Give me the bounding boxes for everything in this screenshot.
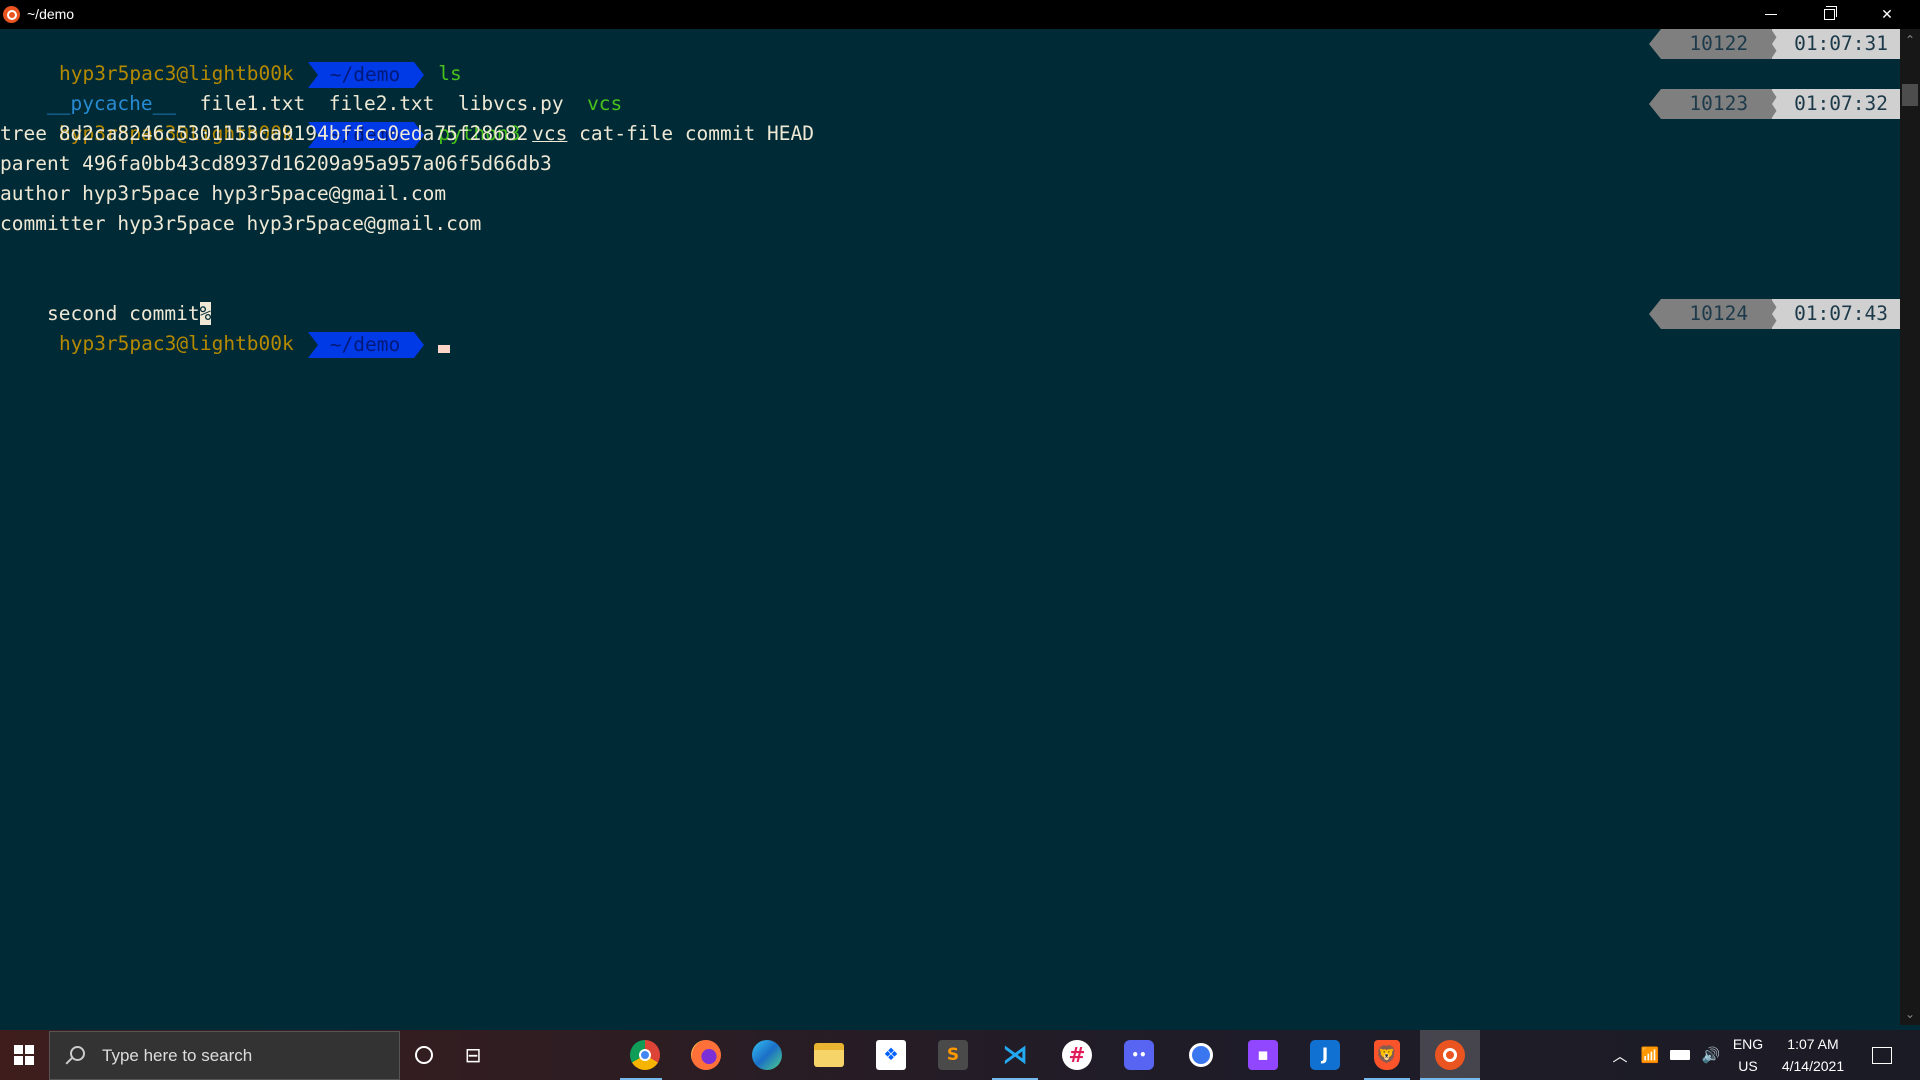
right-prompt: 10123 01:07:32 [1649,89,1900,119]
discord-icon: •• [1124,1040,1154,1070]
output-line: tree 8d2ca8246c5301153ca9194bffcc0eda75f… [0,122,529,145]
taskbar-app-signal[interactable] [1176,1030,1226,1080]
prompt-time: 01:07:31 [1771,29,1900,59]
slack-icon: # [1062,1040,1092,1070]
taskbar-app-discord[interactable]: •• [1114,1030,1164,1080]
prompt-line: hyp3r5pac3@lightb00k ~/demo python3 vcs ca… [0,89,814,148]
chrome-icon [630,1040,660,1070]
network-button[interactable]: 📶 [1636,1030,1664,1080]
command-argument: vcs [532,122,568,145]
firefox-icon [691,1040,721,1070]
close-button[interactable]: ✕ [1858,0,1916,29]
volume-button[interactable]: 🔊 [1696,1030,1726,1080]
history-number: 10123 [1649,89,1773,119]
vertical-scrollbar[interactable]: ⌃ ⌄ [1900,29,1920,1025]
task-view-button[interactable]: ⊟ [448,1030,498,1080]
text-cursor [438,345,451,353]
search-placeholder: Type here to search [102,1045,253,1065]
dropbox-icon: ❖ [876,1040,906,1070]
taskbar-search[interactable]: Type here to search [49,1031,400,1080]
taskbar-app-ubuntu[interactable] [1420,1030,1480,1080]
taskbar-app-twitch[interactable]: ▪ [1238,1030,1288,1080]
taskbar-app-edge[interactable] [742,1030,792,1080]
windows-logo-icon [14,1045,34,1065]
terminal-area[interactable]: hyp3r5pac3@lightb00k ~/demo ls 10122 01:07:… [0,29,1900,1025]
cortana-button[interactable] [400,1030,448,1080]
vscode-icon: ⋊ [1002,1040,1028,1070]
cortana-icon [415,1046,433,1064]
chevron-up-icon: ︿ [1612,1046,1628,1065]
right-prompt: 10124 01:07:43 [1649,299,1900,329]
notifications-button[interactable] [1862,1030,1902,1080]
restore-button[interactable] [1800,0,1858,29]
history-number: 10124 [1649,299,1773,329]
prompt-line: hyp3r5pac3@lightb00k ~/demo ls [0,29,462,88]
minimize-button[interactable] [1742,0,1800,29]
taskbar-app-sublime[interactable]: S [928,1030,978,1080]
speaker-icon: 🔊 [1701,1046,1721,1064]
output-line: parent 496fa0bb43cd8937d16209a95a957a06f… [0,152,552,175]
taskbar-app-chrome[interactable] [620,1030,670,1080]
region-label: US [1738,1058,1758,1074]
taskbar-app-dropbox[interactable]: ❖ [866,1030,916,1080]
sublime-text-icon: S [938,1040,968,1070]
scroll-thumb[interactable] [1902,84,1918,106]
joplin-icon: J [1310,1040,1340,1070]
prompt-time: 01:07:43 [1771,299,1900,329]
language-button[interactable]: ENG US [1728,1030,1768,1080]
signal-icon [1189,1043,1213,1067]
output-line: second commit% [0,269,212,325]
search-icon [62,1044,86,1068]
window-title: ~/demo [27,6,75,22]
restore-icon [1823,6,1837,20]
ubuntu-icon [3,6,20,23]
task-view-icon: ⊟ [464,1043,482,1067]
close-icon: ✕ [1881,6,1893,23]
battery-button[interactable] [1664,1030,1696,1080]
taskbar-app-firefox[interactable] [681,1030,731,1080]
clock-date: 4/14/2021 [1781,1058,1845,1074]
right-prompt: 10122 01:07:31 [1649,29,1900,59]
edge-icon [752,1040,782,1070]
taskbar-app-file-explorer[interactable] [804,1030,854,1080]
folder-icon [814,1043,844,1067]
start-button[interactable] [0,1030,48,1080]
command-rest: cat-file commit HEAD [579,122,814,145]
language-label: ENG [1732,1036,1764,1052]
history-number: 10122 [1649,29,1773,59]
notification-icon [1872,1046,1892,1064]
taskbar-app-joplin[interactable]: J [1300,1030,1350,1080]
ubuntu-icon [1435,1040,1465,1070]
prompt-line: hyp3r5pac3@lightb00k ~/demo [0,299,451,358]
scroll-up-button[interactable]: ⌃ [1900,31,1920,49]
scroll-down-button[interactable]: ⌄ [1900,1005,1920,1023]
output-line: committer hyp3r5pace hyp3r5pace@gmail.co… [0,212,482,235]
prompt-path: ~/demo [307,331,425,358]
output-line: __pycache__ file1.txt file2.txt libvcs.p… [0,59,622,115]
output-line: author hyp3r5pace hyp3r5pace@gmail.com [0,182,447,205]
wifi-icon: 📶 [1640,1046,1660,1064]
taskbar-app-vscode[interactable]: ⋊ [990,1030,1040,1080]
clock-button[interactable]: 1:07 AM 4/14/2021 [1770,1030,1856,1080]
show-hidden-icons-button[interactable]: ︿ [1606,1030,1634,1080]
clock-time: 1:07 AM [1787,1036,1839,1052]
taskbar-app-slack[interactable]: # [1052,1030,1102,1080]
twitch-icon: ▪ [1248,1040,1278,1070]
taskbar: Type here to search ⊟ ❖ S ⋊ # •• ▪ J 🦁 ︿… [0,1030,1920,1080]
chevron-up-icon: ⌃ [1904,33,1916,47]
brave-icon: 🦁 [1374,1040,1400,1070]
taskbar-app-brave[interactable]: 🦁 [1362,1030,1412,1080]
minimize-icon [1765,14,1777,15]
prompt-user-host: hyp3r5pac3@lightb00k [58,332,294,355]
window-titlebar: ~/demo ✕ [0,0,1920,29]
chevron-down-icon: ⌄ [1904,1007,1916,1021]
prompt-time: 01:07:32 [1771,89,1900,119]
battery-icon [1670,1050,1690,1060]
